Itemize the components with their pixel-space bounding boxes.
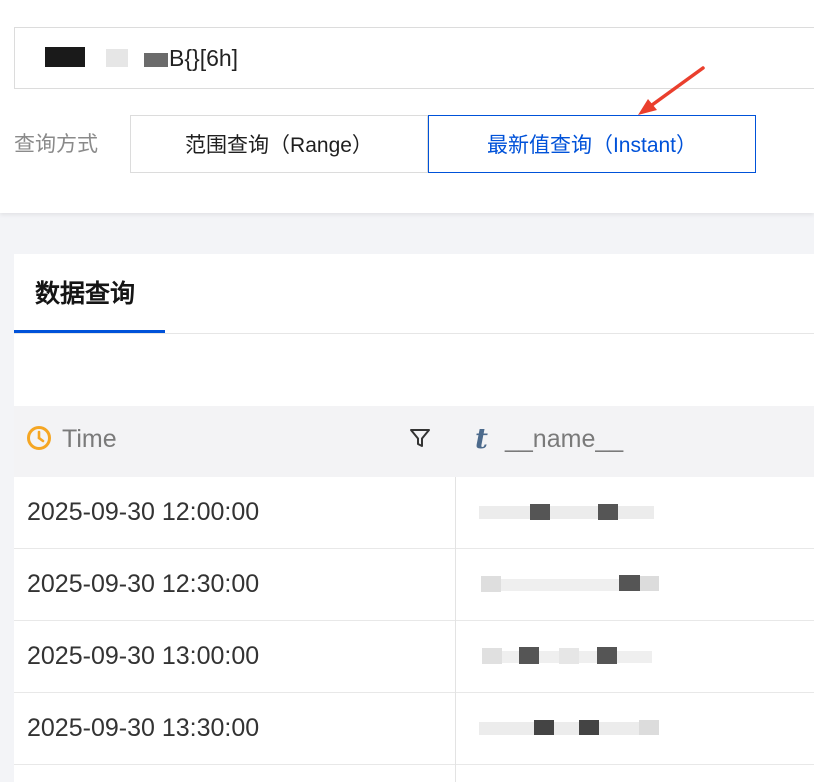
redaction-block [479, 506, 654, 519]
redaction-block [479, 722, 659, 735]
redaction-block [640, 576, 659, 591]
redaction-block [45, 47, 85, 67]
table-header: Time t __name__ [14, 406, 814, 477]
redaction-block [106, 49, 128, 67]
redaction-block [530, 504, 550, 520]
instant-query-label: 最新值查询（Instant） [486, 134, 698, 157]
range-query-button[interactable]: 范围查询（Range） [130, 115, 428, 173]
clock-icon [27, 426, 51, 450]
redaction-block [481, 576, 501, 592]
time-cell: 2025-09-30 13:00:00 [27, 642, 260, 670]
redaction-block [619, 575, 640, 591]
instant-query-button[interactable]: 最新值查询（Instant） [428, 115, 756, 173]
filter-icon[interactable] [409, 427, 431, 449]
table-row: 2025-09-30 13:30:00 [14, 693, 814, 765]
redaction-block [639, 720, 659, 735]
time-column-header: Time [62, 425, 117, 453]
table-row: 2025-09-30 12:00:00 [14, 477, 814, 549]
redaction-block [482, 648, 502, 664]
data-query-card: 数据查询 Time t __name__ 2025-09-30 12:00:00… [14, 254, 814, 782]
redacted-name-cell [465, 549, 665, 621]
time-cell: 2025-09-30 13:30:00 [27, 714, 260, 742]
redaction-block [597, 647, 617, 664]
redaction-block [559, 648, 579, 664]
table-row [14, 765, 814, 782]
redaction-block [579, 720, 599, 735]
table-row: 2025-09-30 13:00:00 [14, 621, 814, 693]
redacted-name-cell [465, 693, 665, 765]
tab-divider [14, 333, 814, 334]
redaction-block [534, 720, 554, 735]
time-cell: 2025-09-30 12:00:00 [27, 498, 260, 526]
redaction-block [481, 579, 641, 591]
column-divider [455, 477, 456, 782]
tab-data-query[interactable]: 数据查询 [35, 279, 135, 309]
query-input-text: B{}[6h] [169, 45, 239, 71]
redaction-block [519, 647, 539, 664]
redacted-name-cell [465, 621, 665, 693]
range-query-label: 范围查询（Range） [185, 134, 373, 157]
redacted-name-cell [465, 477, 665, 549]
query-input[interactable]: B{}[6h] [14, 27, 814, 89]
redaction-block [598, 504, 618, 520]
query-mode-label: 查询方式 [14, 133, 98, 156]
redaction-block [144, 53, 168, 67]
table-row: 2025-09-30 12:30:00 [14, 549, 814, 621]
name-column-header: __name__ [505, 425, 624, 453]
time-cell: 2025-09-30 12:30:00 [27, 570, 260, 598]
string-type-icon: t [475, 422, 488, 455]
